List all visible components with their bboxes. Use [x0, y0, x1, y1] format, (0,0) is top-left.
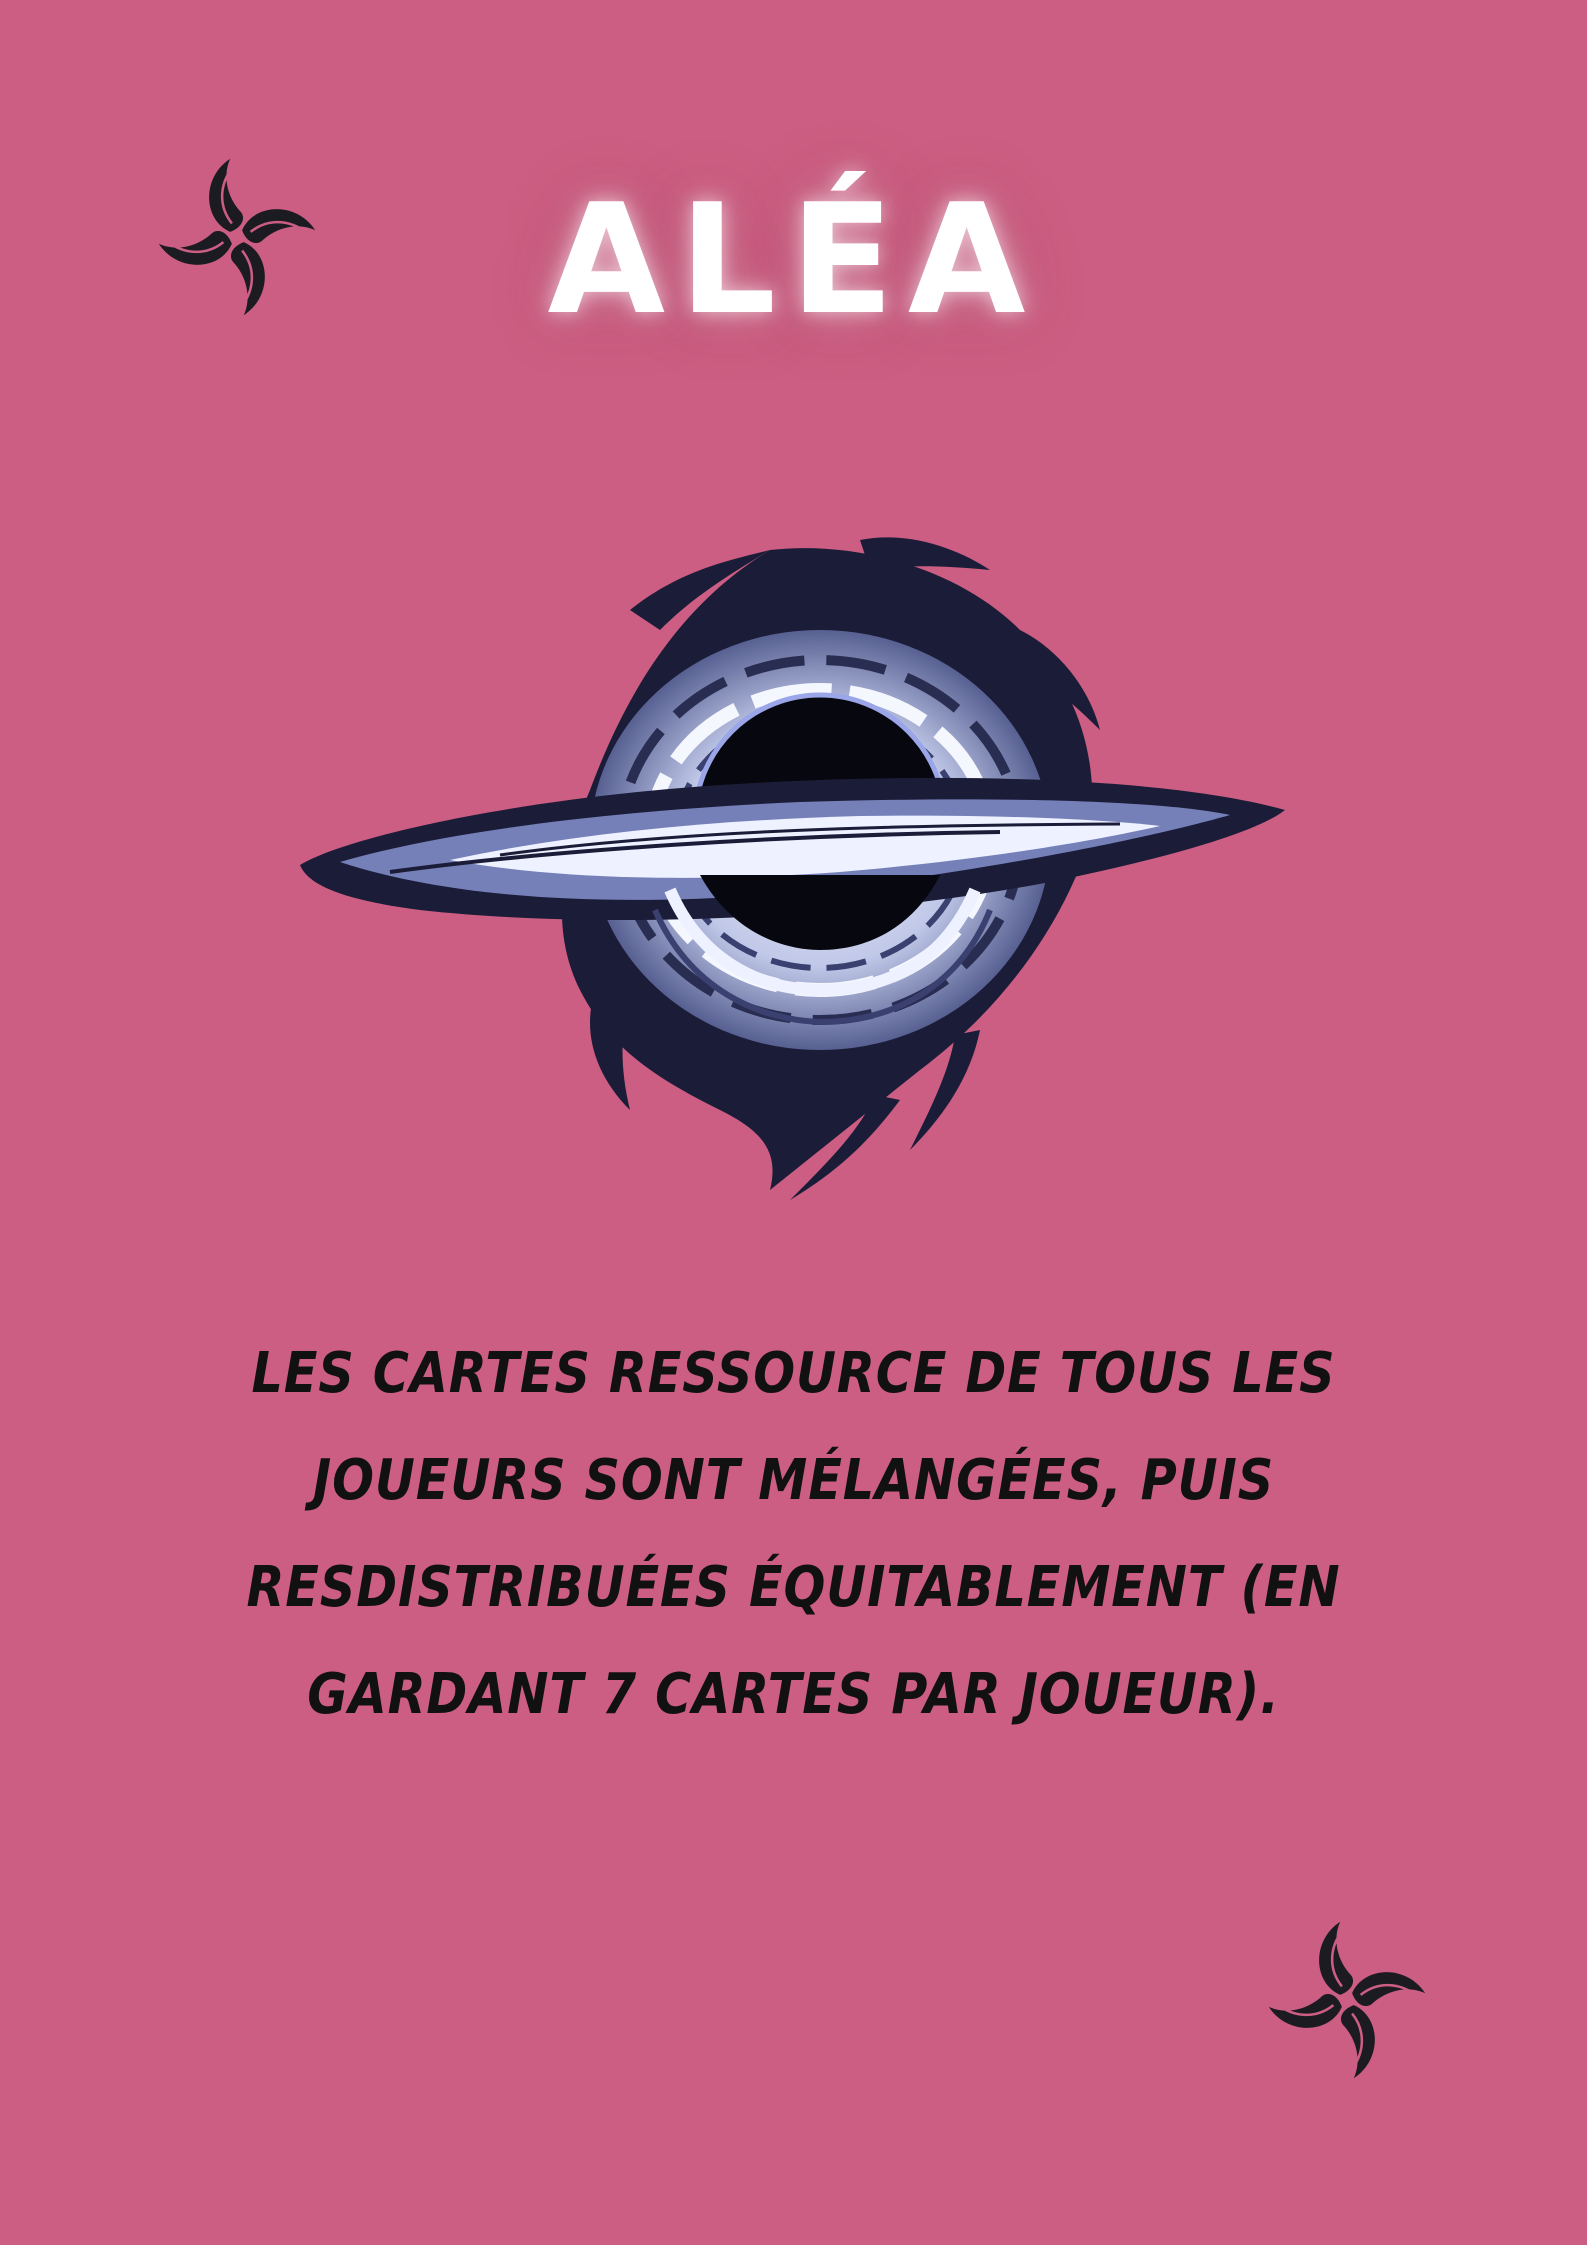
card-effect-text: LES CARTES RESSOURCE DE TOUS LES JOUEURS… — [246, 1341, 1341, 1727]
swirl-emblem-icon — [1268, 1921, 1426, 2079]
black-hole-icon — [300, 537, 1285, 1200]
card-title: ALÉA — [547, 171, 1040, 348]
game-card: ALÉA LES CARTES RESSOURCE DE TOUS LES JO… — [0, 0, 1587, 2245]
